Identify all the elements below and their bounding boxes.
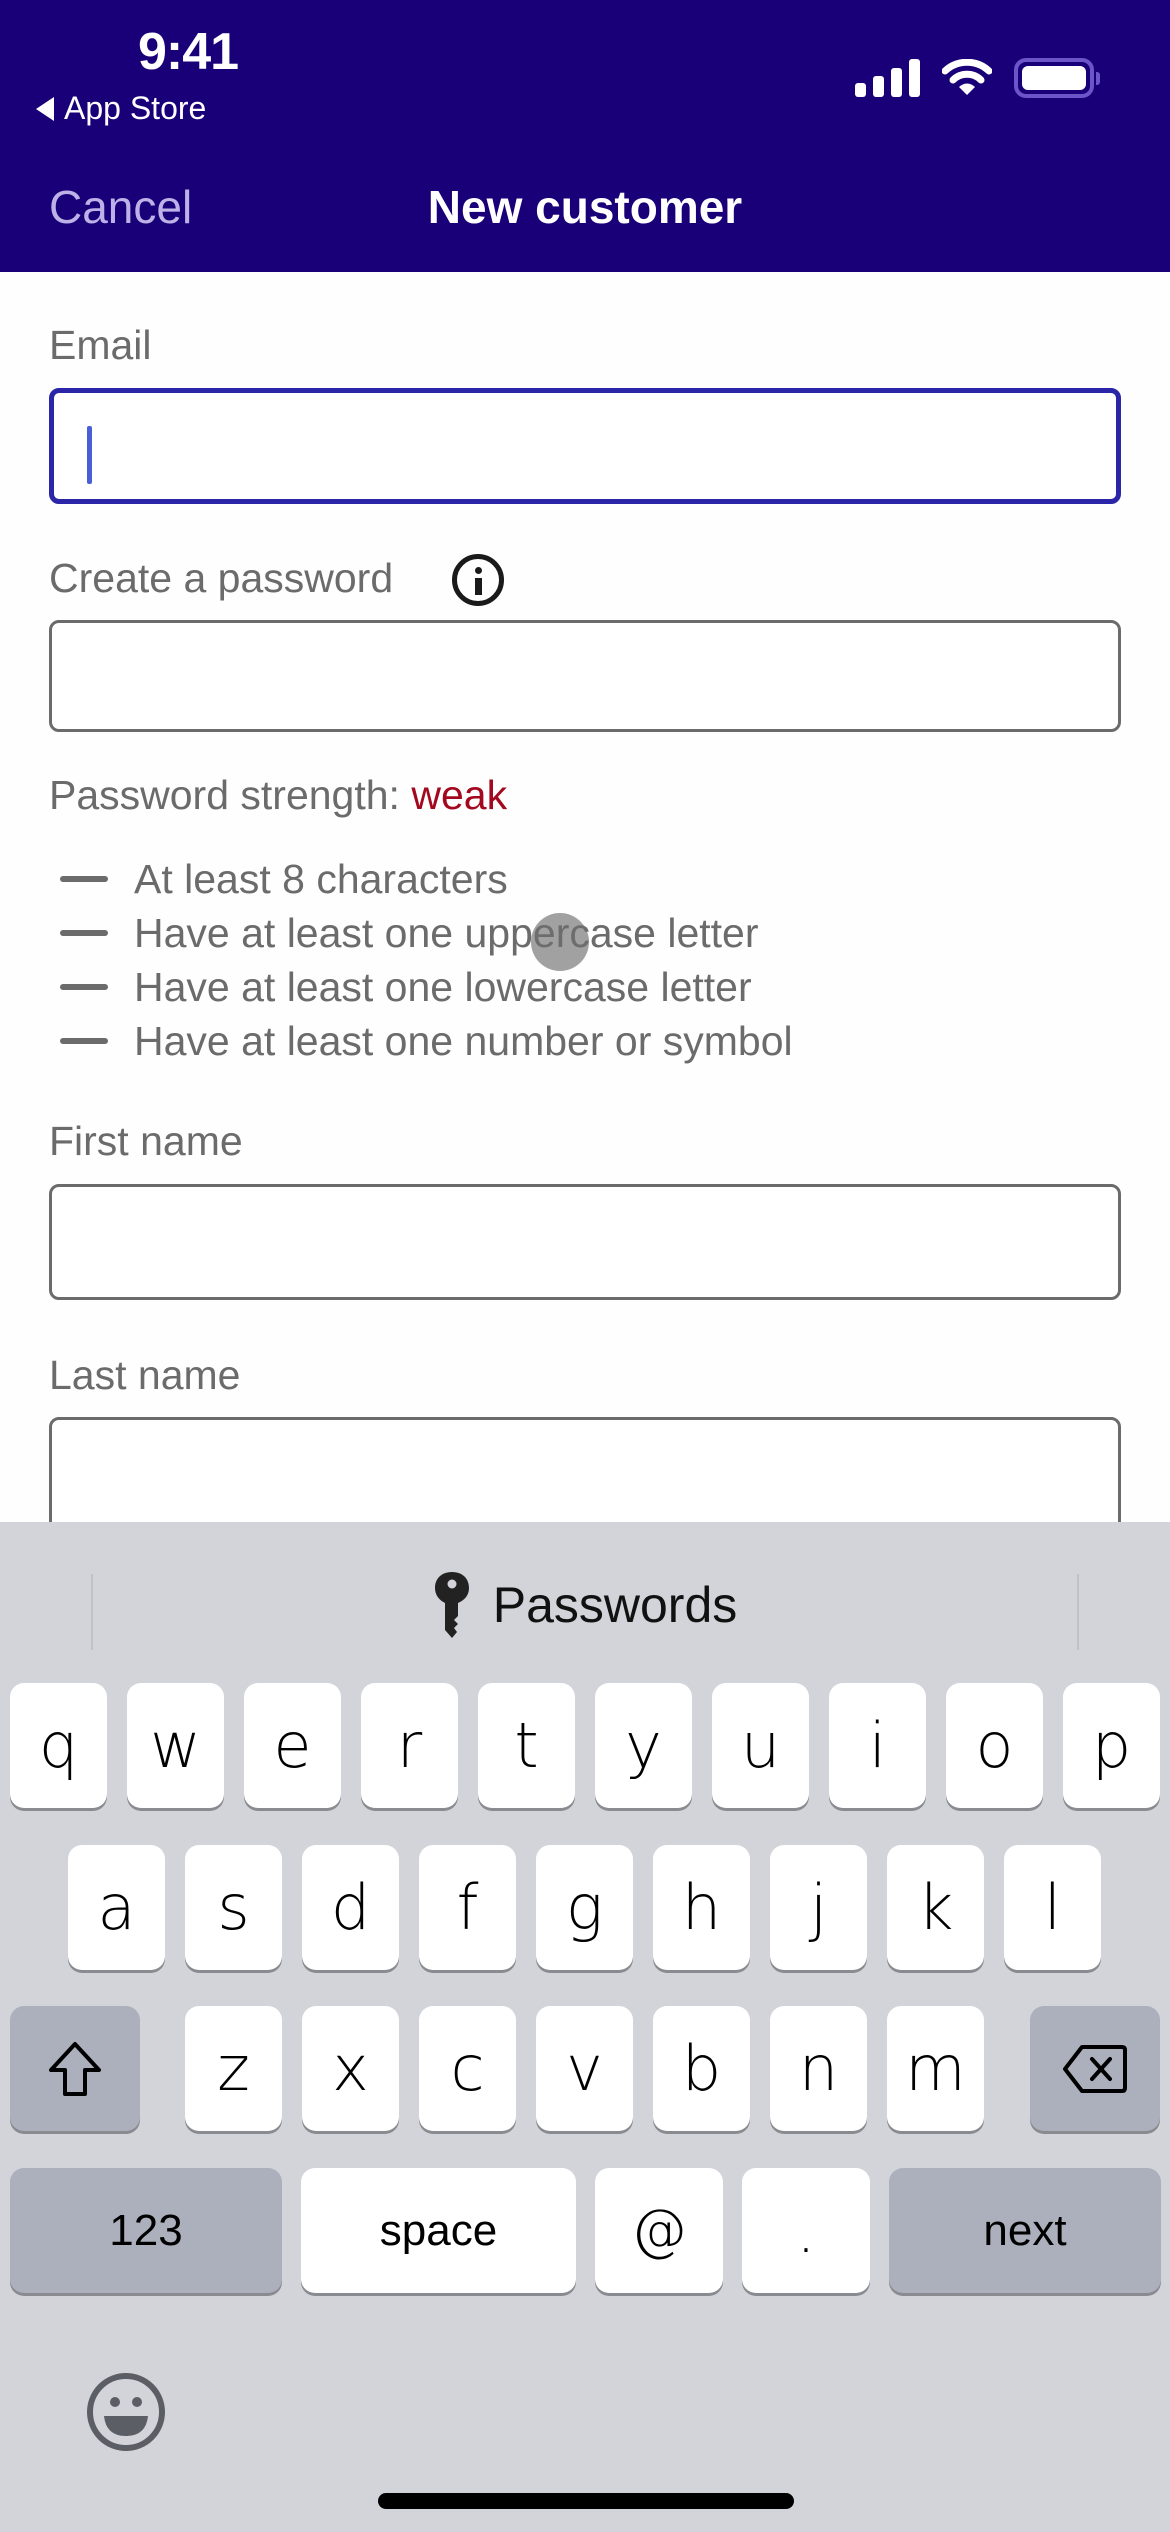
dash-icon	[60, 876, 108, 882]
key-u[interactable]: u	[712, 1683, 809, 1808]
cancel-button[interactable]: Cancel	[49, 180, 192, 234]
key-r[interactable]: r	[361, 1683, 458, 1808]
keyboard-suggestion-bar: Passwords	[0, 1522, 1170, 1672]
key-v[interactable]: v	[536, 2006, 633, 2131]
key-c[interactable]: c	[419, 2006, 516, 2131]
email-field[interactable]	[49, 388, 1121, 504]
dot-key[interactable]: .	[742, 2168, 870, 2293]
key-k[interactable]: k	[887, 1845, 984, 1970]
status-time: 9:41	[138, 23, 239, 81]
rule-item: At least 8 characters	[60, 852, 793, 906]
key-n[interactable]: n	[770, 2006, 867, 2131]
first-name-label: First name	[49, 1118, 243, 1164]
rule-item: Have at least one number or symbol	[60, 1014, 793, 1068]
back-to-app-store[interactable]: App Store	[36, 90, 206, 127]
dash-icon	[60, 1038, 108, 1044]
key-s[interactable]: s	[185, 1845, 282, 1970]
key-y[interactable]: y	[595, 1683, 692, 1808]
rule-item: Have at least one lowercase letter	[60, 960, 793, 1014]
key-h[interactable]: h	[653, 1845, 750, 1970]
dash-icon	[60, 984, 108, 990]
rule-item: Have at least one uppercase letter	[60, 906, 793, 960]
key-a[interactable]: a	[68, 1845, 165, 1970]
text-caret	[87, 426, 92, 484]
password-field[interactable]	[49, 620, 1121, 732]
wifi-icon	[942, 59, 992, 95]
at-key[interactable]: @	[595, 2168, 723, 2293]
passwords-label: Passwords	[492, 1577, 738, 1633]
passwords-suggestion[interactable]: Passwords	[0, 1570, 1170, 1640]
next-key[interactable]: next	[889, 2168, 1161, 2293]
key-f[interactable]: f	[419, 1845, 516, 1970]
status-icons	[855, 58, 1100, 98]
delete-icon	[1063, 2044, 1127, 2093]
delete-key[interactable]	[1030, 2006, 1160, 2131]
key-t[interactable]: t	[478, 1683, 575, 1808]
numbers-key[interactable]: 123	[10, 2168, 282, 2293]
email-label: Email	[49, 322, 152, 368]
dash-icon	[60, 930, 108, 936]
key-j[interactable]: j	[770, 1845, 867, 1970]
strength-value: weak	[411, 772, 508, 818]
password-rules: At least 8 characters Have at least one …	[60, 852, 793, 1068]
info-icon[interactable]	[452, 554, 504, 606]
back-app-label: App Store	[64, 90, 207, 126]
header: 9:41 App Store Cancel New customer	[0, 0, 1170, 272]
key-i[interactable]: i	[829, 1683, 926, 1808]
first-name-field[interactable]	[49, 1184, 1121, 1300]
key-w[interactable]: w	[127, 1683, 224, 1808]
key-p[interactable]: p	[1063, 1683, 1160, 1808]
key-z[interactable]: z	[185, 2006, 282, 2131]
home-indicator[interactable]	[378, 2493, 794, 2509]
key-x[interactable]: x	[302, 2006, 399, 2131]
key-b[interactable]: b	[653, 2006, 750, 2131]
battery-icon	[1014, 58, 1100, 98]
space-key[interactable]: space	[301, 2168, 576, 2293]
password-label: Create a password	[49, 555, 394, 601]
back-triangle-icon	[36, 96, 54, 121]
key-d[interactable]: d	[302, 1845, 399, 1970]
key-e[interactable]: e	[244, 1683, 341, 1808]
key-l[interactable]: l	[1004, 1845, 1101, 1970]
emoji-icon[interactable]	[86, 2372, 166, 2452]
password-strength: Password strength: weak	[49, 772, 507, 819]
shift-icon	[49, 2041, 101, 2096]
key-o[interactable]: o	[946, 1683, 1043, 1808]
cellular-signal-icon	[855, 59, 920, 97]
touch-indicator	[531, 913, 589, 971]
strength-prefix: Password strength:	[49, 772, 400, 818]
key-m[interactable]: m	[887, 2006, 984, 2131]
shift-key[interactable]	[10, 2006, 140, 2131]
last-name-label: Last name	[49, 1352, 241, 1398]
key-q[interactable]: q	[10, 1683, 107, 1808]
key-g[interactable]: g	[536, 1845, 633, 1970]
key-icon	[434, 1572, 469, 1638]
keyboard: Passwords qwertyuiop asdfghjkl zxcvbnm 1…	[0, 1522, 1170, 2532]
